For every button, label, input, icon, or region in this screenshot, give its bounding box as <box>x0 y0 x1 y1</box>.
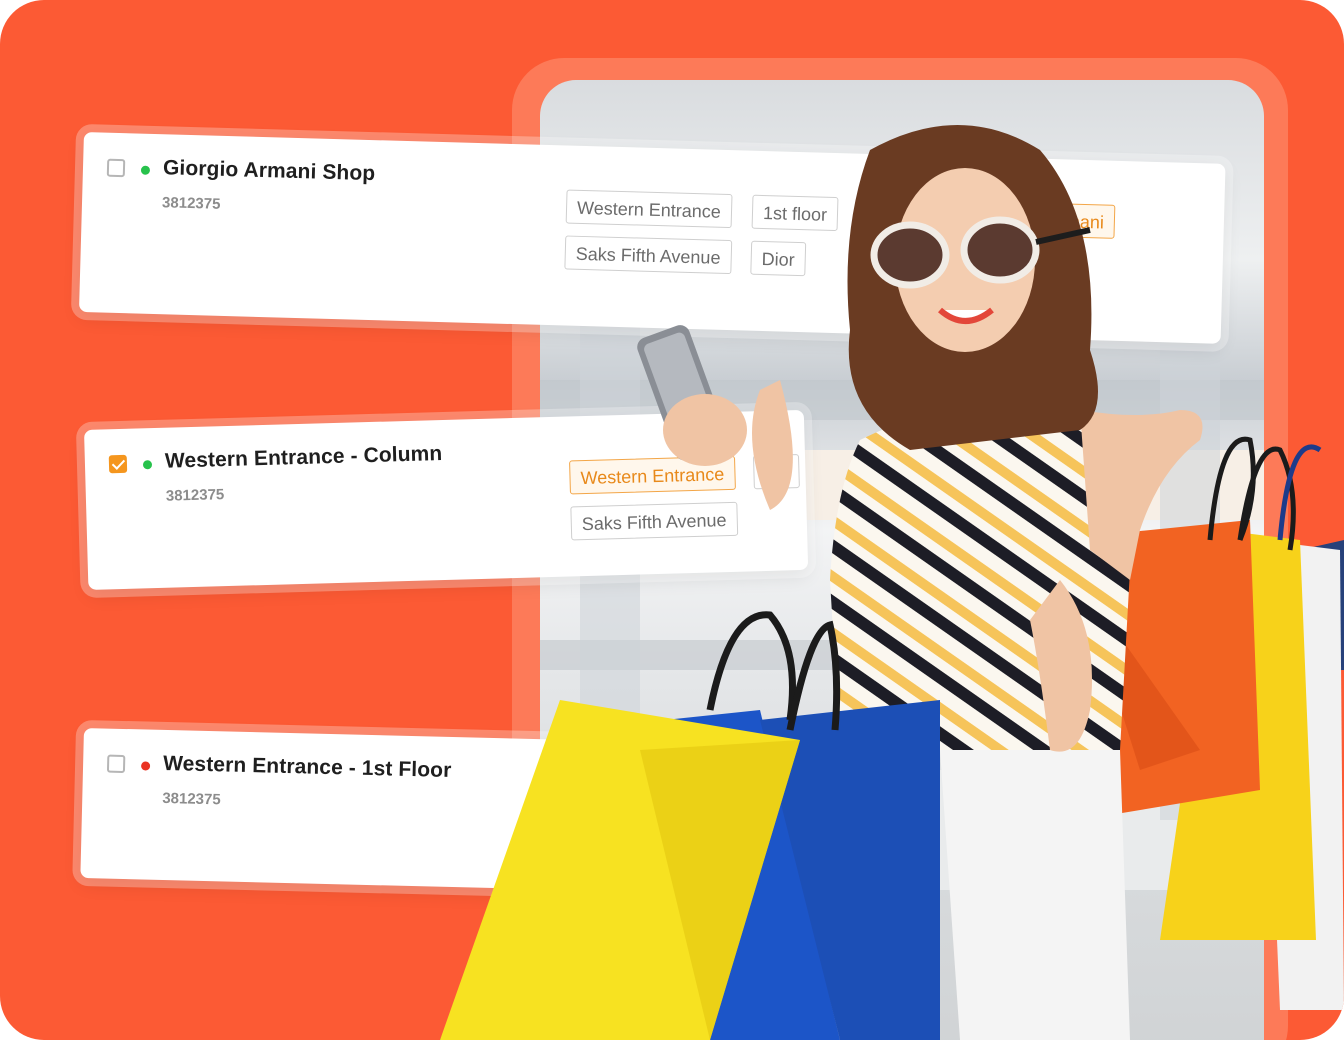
hero-illustration: Giorgio Armani Shop 3812375 Western Entr… <box>0 0 1344 1040</box>
location-code: 3812375 <box>165 486 225 505</box>
status-online-indicator <box>142 460 153 470</box>
location-code: 3812375 <box>161 194 221 213</box>
select-checkbox[interactable] <box>106 754 126 774</box>
location-name: Western Entrance - 1st Floor <box>162 751 452 782</box>
select-checkbox[interactable] <box>108 454 128 474</box>
location-name: Giorgio Armani Shop <box>162 156 376 186</box>
status-online-indicator <box>140 165 151 175</box>
location-code: 3812375 <box>162 789 221 809</box>
woman-with-shopping-bags-image <box>440 125 1344 1040</box>
status-offline-indicator <box>140 761 151 771</box>
location-name: Western Entrance - Column <box>164 442 443 473</box>
select-checkbox[interactable] <box>106 158 126 178</box>
